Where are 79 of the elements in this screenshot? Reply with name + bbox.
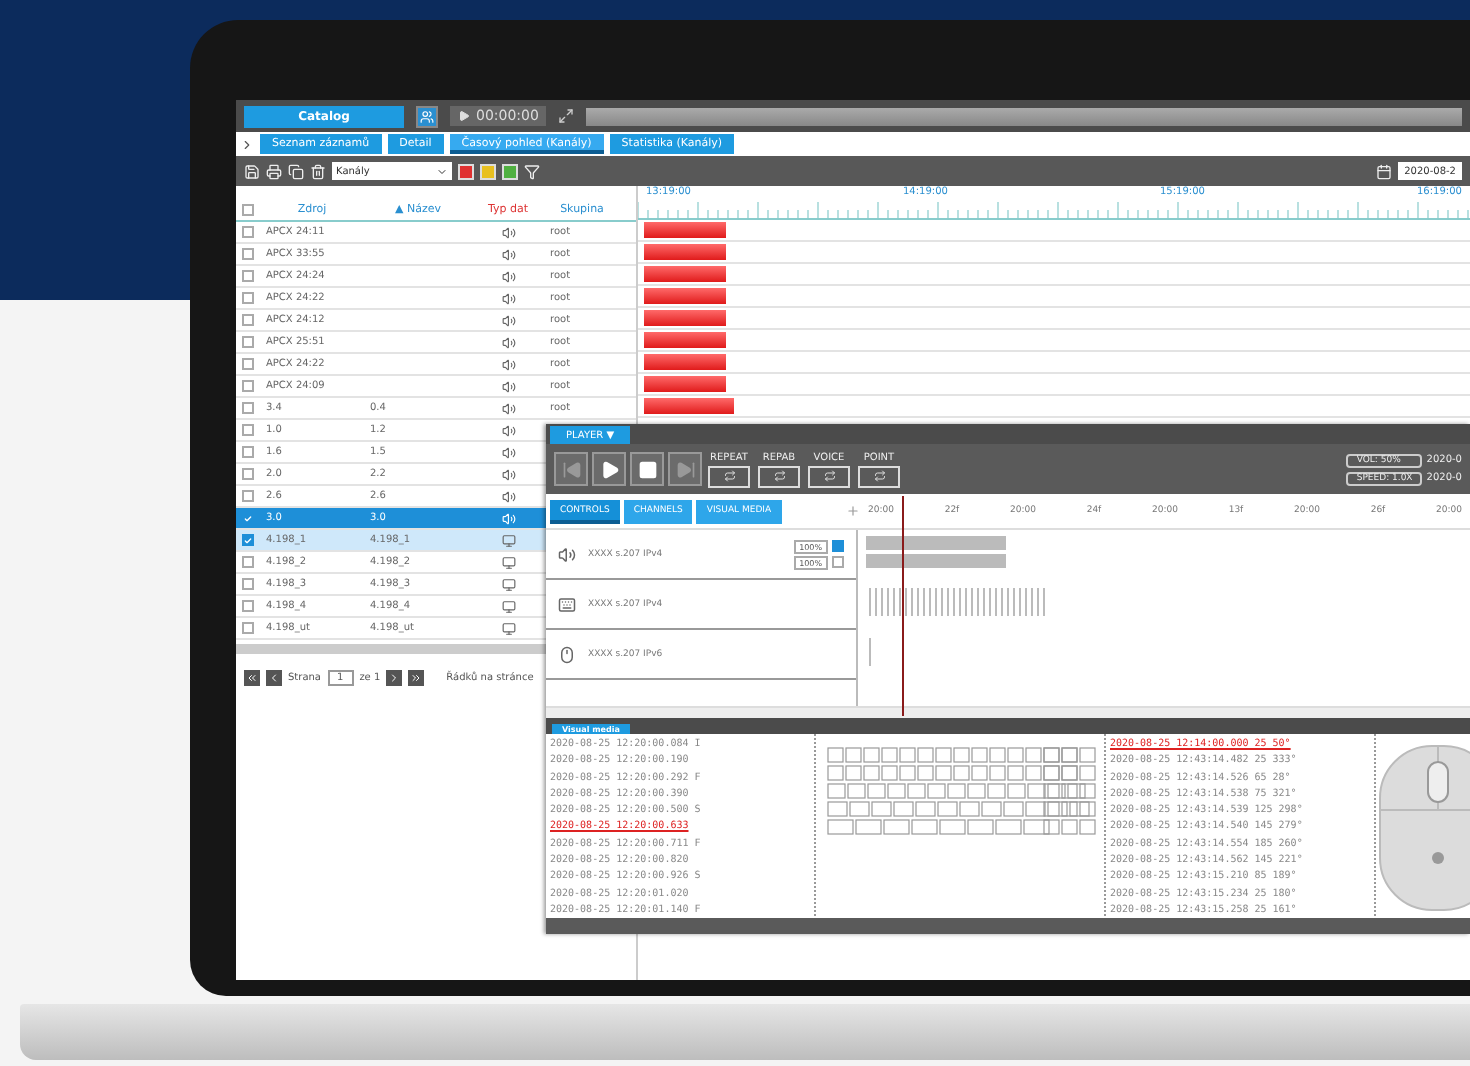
row-checkbox[interactable]	[242, 468, 254, 480]
speaker-icon	[501, 401, 515, 415]
speaker-icon	[501, 489, 515, 503]
playback-scrub-bar[interactable]	[586, 107, 1462, 125]
next-page-button[interactable]	[386, 670, 403, 686]
print-icon[interactable]	[266, 163, 282, 179]
monitor-icon	[501, 621, 515, 635]
row-checkbox[interactable]	[242, 600, 254, 612]
ok-filter-icon[interactable]	[502, 163, 518, 179]
last-page-button[interactable]	[408, 670, 425, 686]
row-checkbox[interactable]	[242, 556, 254, 568]
repeat-icon	[723, 470, 735, 482]
filter-icon[interactable]	[524, 163, 540, 179]
speaker-icon	[501, 423, 515, 437]
scrollbar[interactable]	[546, 706, 1470, 718]
repeat-icon	[773, 470, 785, 482]
copy-icon[interactable]	[288, 163, 304, 179]
expand-icon[interactable]	[240, 137, 254, 151]
audio-track-bar	[866, 536, 1006, 550]
mouse-track-drawing	[866, 636, 874, 668]
speaker-icon	[501, 467, 515, 481]
row-checkbox[interactable]	[242, 358, 254, 370]
stop-icon	[637, 459, 657, 479]
monitor-icon	[501, 599, 515, 613]
speaker-icon	[501, 247, 515, 261]
row-checkbox[interactable]	[242, 446, 254, 458]
speaker-icon	[501, 357, 515, 371]
row-checkbox[interactable]	[242, 402, 254, 414]
speaker-icon	[501, 335, 515, 349]
monitor-icon	[501, 577, 515, 591]
row-checkbox[interactable]	[242, 336, 254, 348]
caret-icon[interactable]	[436, 165, 448, 177]
stop-button[interactable]	[630, 452, 664, 486]
previous-page-button[interactable]	[266, 670, 282, 686]
skip-forward-icon	[675, 459, 695, 479]
speaker-icon	[501, 225, 515, 239]
play-button[interactable]	[592, 452, 626, 486]
row-checkbox[interactable]	[242, 292, 254, 304]
keyboard-icon	[558, 595, 576, 613]
row-checkbox[interactable]	[242, 622, 254, 634]
monitor-icon	[501, 555, 515, 569]
speaker-icon	[501, 379, 515, 393]
audio-track-bar	[866, 554, 1006, 568]
play-icon	[599, 459, 619, 479]
row-checkbox[interactable]	[242, 424, 254, 436]
row-checkbox[interactable]	[242, 534, 254, 546]
row-checkbox[interactable]	[242, 226, 254, 238]
speaker-icon	[501, 269, 515, 283]
speaker-icon	[501, 291, 515, 305]
calendar-icon[interactable]	[1376, 163, 1393, 179]
add-icon[interactable]	[846, 504, 860, 518]
row-checkbox[interactable]	[242, 380, 254, 392]
warning-filter-icon[interactable]	[480, 163, 496, 179]
toggle-checkbox[interactable]	[832, 540, 844, 552]
row-checkbox[interactable]	[242, 578, 254, 590]
row-checkbox[interactable]	[242, 270, 254, 282]
speaker-icon	[501, 445, 515, 459]
skip-back-icon	[561, 459, 581, 479]
speaker-icon	[501, 313, 515, 327]
speaker-icon	[501, 511, 515, 525]
row-checkbox[interactable]	[242, 314, 254, 326]
row-checkbox[interactable]	[242, 490, 254, 502]
repeat-icon	[873, 470, 885, 482]
monitor-icon	[501, 533, 515, 547]
select-all-checkbox[interactable]	[242, 204, 254, 216]
row-checkbox[interactable]	[242, 512, 254, 524]
row-checkbox[interactable]	[242, 248, 254, 260]
users-icon[interactable]	[416, 105, 438, 127]
horizontal-scrollbar[interactable]	[236, 644, 546, 654]
repeat-icon	[823, 470, 835, 482]
toggle-checkbox[interactable]	[832, 556, 844, 568]
mouse-icon	[558, 645, 576, 663]
delete-icon[interactable]	[310, 163, 326, 179]
play-icon[interactable]	[458, 110, 470, 122]
first-page-button[interactable]	[244, 670, 260, 686]
save-icon[interactable]	[244, 163, 260, 179]
expand-icon[interactable]	[558, 108, 575, 124]
error-filter-icon[interactable]	[458, 163, 474, 179]
speaker-icon	[558, 545, 576, 563]
